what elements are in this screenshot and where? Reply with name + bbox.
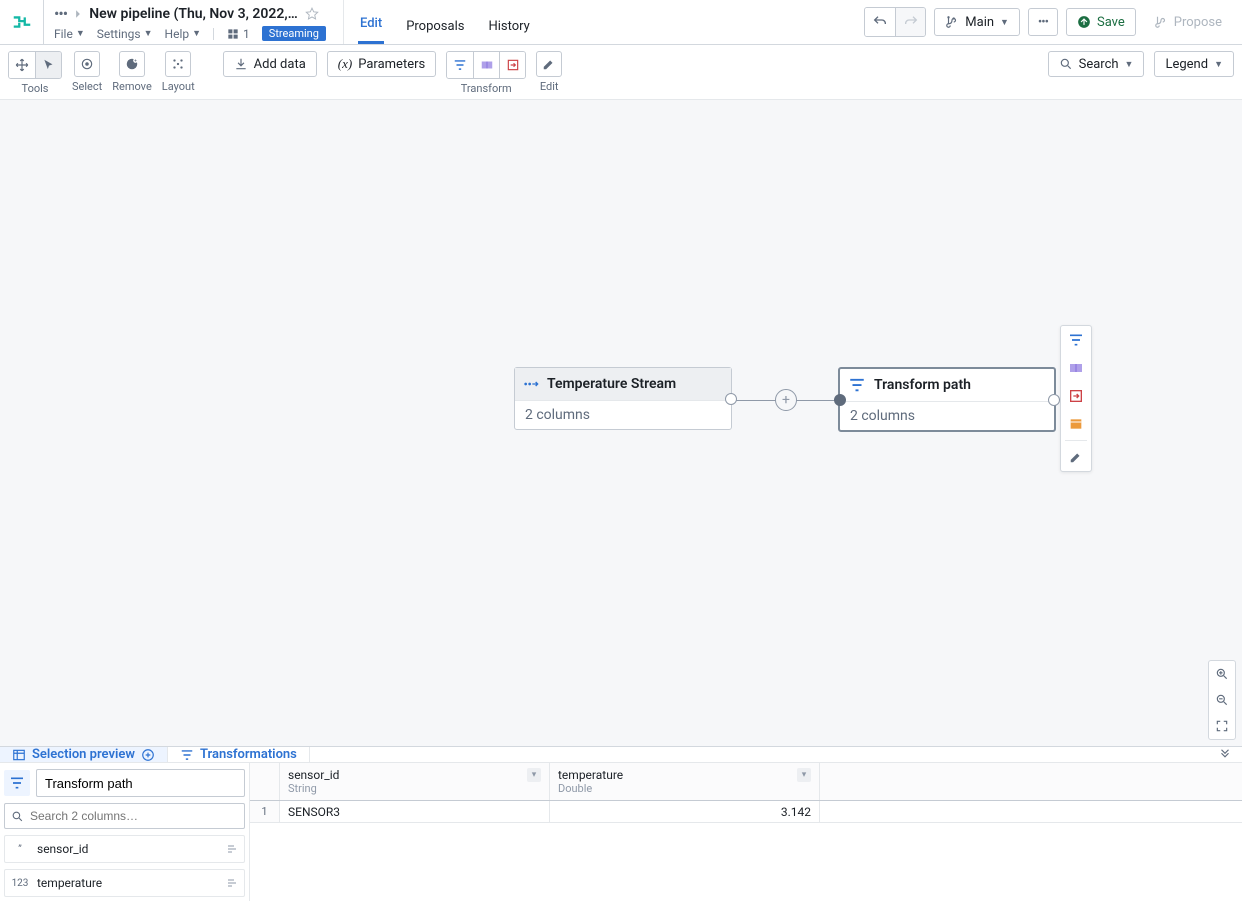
tab-history[interactable]: History (486, 19, 531, 44)
data-row[interactable]: 1 SENSOR3 3.142 (250, 801, 1242, 823)
column-row-temperature[interactable]: 123 temperature (4, 869, 245, 897)
filter-icon (848, 376, 866, 394)
palette-filter-icon[interactable] (1061, 326, 1091, 354)
app-icon[interactable] (0, 0, 44, 44)
cell-sensor_id[interactable]: SENSOR3 (280, 801, 550, 822)
topbar: ••• New pipeline (Thu, Nov 3, 2022, 5:… … (0, 0, 1242, 45)
node-type-icon (4, 770, 30, 796)
divider (213, 28, 214, 40)
parameters-button[interactable]: (x) Parameters (327, 51, 436, 77)
topbar-right: Main ▼ ••• Save Propose (854, 0, 1242, 44)
canvas[interactable]: + Temperature Stream 2 columns Transform… (0, 100, 1242, 746)
bottom-tabs: Selection preview Transformations (0, 747, 1242, 763)
bars-icon (226, 877, 238, 889)
title-section: ••• New pipeline (Thu, Nov 3, 2022, 5:… … (44, 0, 344, 44)
data-grid: sensor_id▾ String temperature▾ Double 1 … (250, 763, 1242, 901)
zoom-out-button[interactable] (1209, 687, 1235, 713)
propose-button: Propose (1144, 8, 1232, 36)
column-search-input[interactable] (30, 809, 238, 823)
tab-transformations[interactable]: Transformations (168, 747, 310, 762)
edge-add-icon[interactable]: + (775, 389, 797, 411)
column-header-sensor_id[interactable]: sensor_id▾ String (280, 763, 550, 800)
tool-target[interactable] (74, 51, 100, 77)
page-title[interactable]: New pipeline (Thu, Nov 3, 2022, 5:… (89, 6, 299, 22)
column-menu-icon[interactable]: ▾ (527, 768, 541, 782)
add-data-button[interactable]: Add data (223, 51, 317, 77)
stream-icon (523, 379, 539, 389)
palette-join-icon[interactable] (1061, 354, 1091, 382)
column-menu-icon[interactable]: ▾ (797, 768, 811, 782)
legend-button[interactable]: Legend ▼ (1154, 51, 1234, 77)
tool-edit[interactable] (536, 51, 562, 77)
tool-layout[interactable] (165, 51, 191, 77)
undo-button[interactable] (865, 8, 895, 36)
node-tool-palette (1060, 325, 1092, 472)
bottom-left-pane: ʼʼ sensor_id 123 temperature (0, 763, 250, 901)
more-button[interactable]: ••• (1028, 8, 1058, 36)
zoom-in-button[interactable] (1209, 661, 1235, 687)
port-out[interactable] (1048, 394, 1060, 406)
port-out[interactable] (725, 393, 737, 405)
streaming-badge: Streaming (262, 26, 326, 41)
undo-redo-group (864, 7, 926, 37)
node-transform-path[interactable]: Transform path 2 columns (838, 367, 1056, 432)
menu-help[interactable]: Help▼ (165, 27, 202, 41)
palette-output-icon[interactable] (1061, 382, 1091, 410)
palette-dataset-icon[interactable] (1061, 410, 1091, 438)
node-temperature-stream[interactable]: Temperature Stream 2 columns (514, 367, 732, 430)
bottom-panel: Selection preview Transformations ʼ (0, 746, 1242, 901)
branch-dropdown[interactable]: Main ▼ (934, 8, 1020, 36)
tool-move[interactable] (9, 52, 35, 78)
plus-circle-icon[interactable] (141, 748, 155, 762)
collapse-panel-button[interactable] (1208, 747, 1242, 762)
tool-remove[interactable] (119, 51, 145, 77)
toolbar: Tools Select Remove Layout Add data (x) … (0, 45, 1242, 100)
redo-button (895, 8, 925, 36)
type-string-icon: ʼʼ (11, 844, 29, 855)
node-name-input[interactable] (36, 769, 245, 797)
menu-settings[interactable]: Settings▼ (97, 27, 153, 41)
type-number-icon: 123 (11, 878, 29, 889)
transform-join-icon[interactable] (473, 52, 499, 78)
star-icon[interactable] (305, 7, 319, 21)
tools-section: Tools (8, 51, 62, 95)
column-header-temperature[interactable]: temperature▾ Double (550, 763, 820, 800)
top-tabs: Edit Proposals History (344, 0, 546, 44)
more-icon[interactable]: ••• (54, 4, 67, 23)
port-in[interactable] (834, 394, 846, 406)
zoom-fit-button[interactable] (1209, 713, 1235, 739)
save-button[interactable]: Save (1066, 8, 1136, 36)
transform-filter-icon[interactable] (447, 52, 473, 78)
tab-proposals[interactable]: Proposals (404, 19, 466, 44)
tab-selection-preview[interactable]: Selection preview (0, 747, 168, 762)
tool-select[interactable] (35, 52, 61, 78)
chevron-right-icon (73, 9, 83, 19)
zoom-controls (1208, 660, 1236, 740)
menu-file[interactable]: File▼ (54, 27, 85, 41)
resource-count[interactable]: 1 (226, 27, 250, 41)
tab-edit[interactable]: Edit (358, 16, 384, 44)
bars-icon (226, 843, 238, 855)
column-search[interactable] (4, 803, 245, 829)
transform-output-icon[interactable] (499, 52, 525, 78)
column-row-sensor_id[interactable]: ʼʼ sensor_id (4, 835, 245, 863)
search-button[interactable]: Search ▼ (1048, 51, 1145, 77)
palette-edit-icon[interactable] (1061, 443, 1091, 471)
cell-temperature[interactable]: 3.142 (550, 801, 820, 822)
